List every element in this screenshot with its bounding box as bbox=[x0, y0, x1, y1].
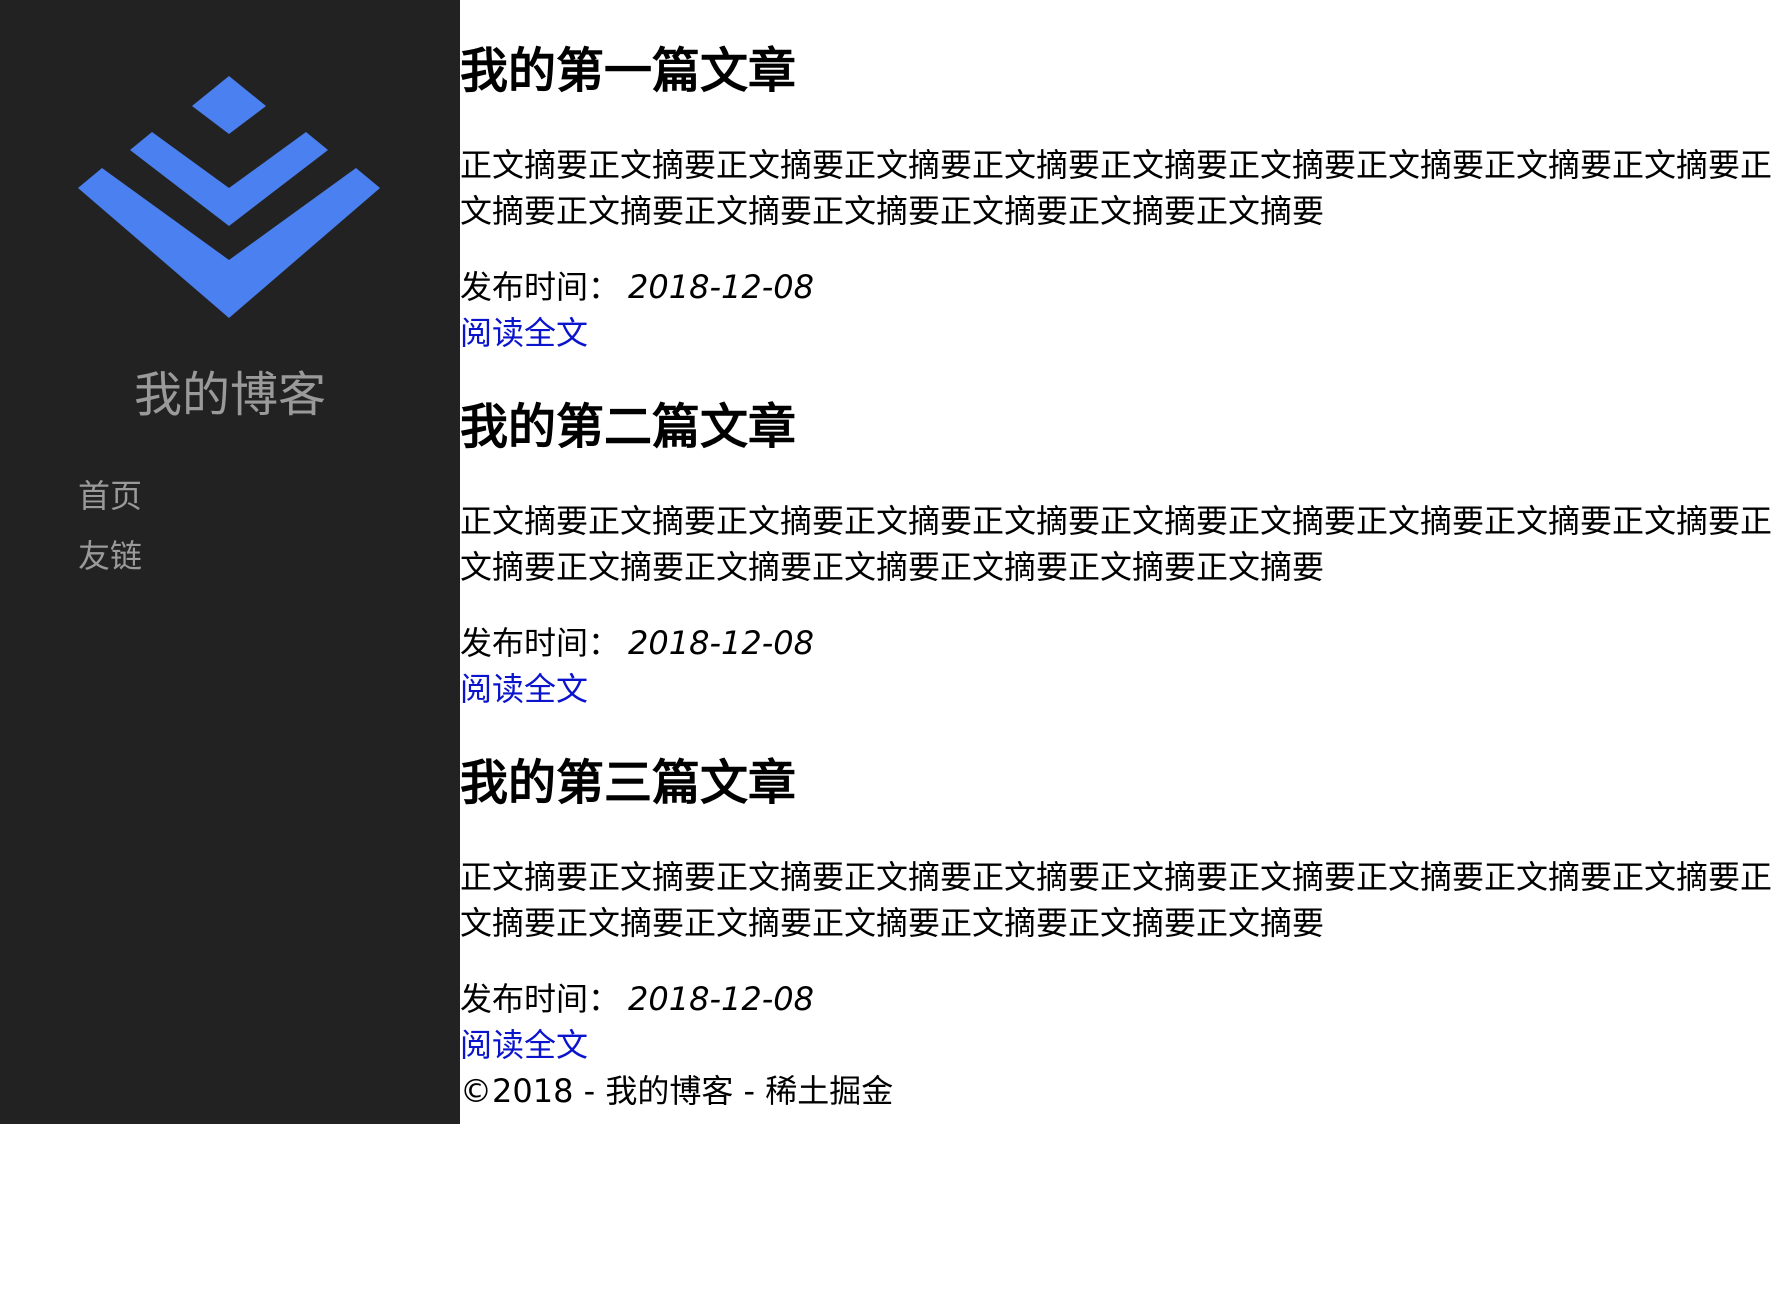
publish-date: 2018-12-08 bbox=[628, 624, 814, 662]
nav-item-links[interactable]: 友链 bbox=[78, 526, 142, 586]
article-meta: 发布时间： 2018-12-08 bbox=[460, 264, 1772, 310]
publish-date: 2018-12-08 bbox=[628, 980, 814, 1018]
read-more-link[interactable]: 阅读全文 bbox=[460, 310, 1772, 356]
article-summary: 正文摘要正文摘要正文摘要正文摘要正文摘要正文摘要正文摘要正文摘要正文摘要正文摘要… bbox=[460, 146, 1772, 230]
article-summary: 正文摘要正文摘要正文摘要正文摘要正文摘要正文摘要正文摘要正文摘要正文摘要正文摘要… bbox=[460, 502, 1772, 586]
main-content: 我的第一篇文章 正文摘要正文摘要正文摘要正文摘要正文摘要正文摘要正文摘要正文摘要… bbox=[460, 0, 1772, 1114]
article-meta: 发布时间： 2018-12-08 bbox=[460, 976, 1772, 1022]
read-more-link[interactable]: 阅读全文 bbox=[460, 666, 1772, 712]
sidebar-nav: 首页 友链 bbox=[78, 466, 142, 586]
blog-logo-icon bbox=[78, 76, 380, 318]
article-card: 我的第一篇文章 正文摘要正文摘要正文摘要正文摘要正文摘要正文摘要正文摘要正文摘要… bbox=[460, 0, 1772, 356]
article-summary: 正文摘要正文摘要正文摘要正文摘要正文摘要正文摘要正文摘要正文摘要正文摘要正文摘要… bbox=[460, 858, 1772, 942]
nav-item-home[interactable]: 首页 bbox=[78, 466, 142, 526]
publish-date: 2018-12-08 bbox=[628, 268, 814, 306]
page-footer: ©2018 - 我的博客 - 稀土掘金 bbox=[460, 1072, 894, 1110]
publish-label: 发布时间： bbox=[460, 268, 621, 306]
publish-label: 发布时间： bbox=[460, 980, 621, 1018]
article-card: 我的第二篇文章 正文摘要正文摘要正文摘要正文摘要正文摘要正文摘要正文摘要正文摘要… bbox=[460, 356, 1772, 712]
article-title[interactable]: 我的第一篇文章 bbox=[460, 0, 1772, 106]
publish-label: 发布时间： bbox=[460, 624, 621, 662]
sidebar: 我的博客 首页 友链 bbox=[0, 0, 460, 1124]
blog-title: 我的博客 bbox=[133, 367, 326, 423]
article-meta: 发布时间： 2018-12-08 bbox=[460, 620, 1772, 666]
read-more-link[interactable]: 阅读全文 bbox=[460, 1022, 1772, 1068]
article-title[interactable]: 我的第二篇文章 bbox=[460, 356, 1772, 462]
article-card: 我的第三篇文章 正文摘要正文摘要正文摘要正文摘要正文摘要正文摘要正文摘要正文摘要… bbox=[460, 712, 1772, 1068]
article-title[interactable]: 我的第三篇文章 bbox=[460, 712, 1772, 818]
